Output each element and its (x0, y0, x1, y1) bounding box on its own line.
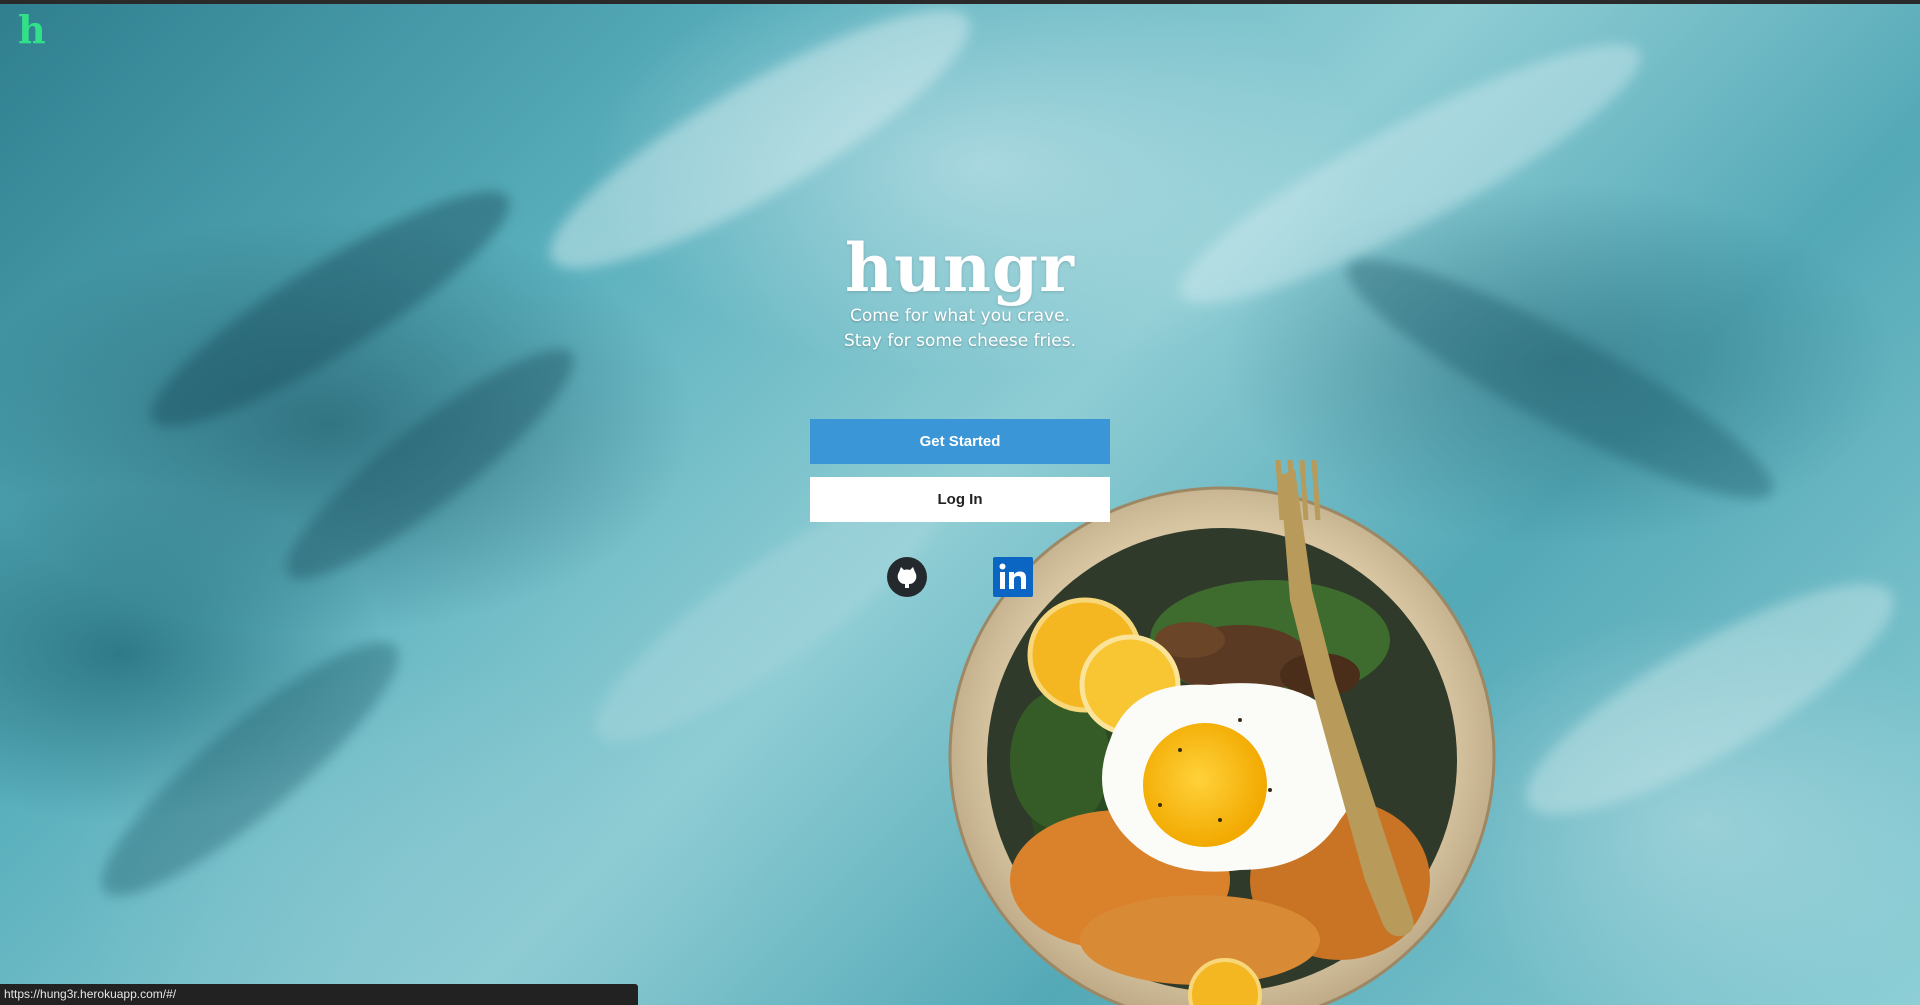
brand-title: hungr (845, 229, 1075, 307)
get-started-button[interactable]: Get Started (810, 419, 1110, 464)
linkedin-icon[interactable] (993, 557, 1033, 597)
hero: hungr Come for what you crave. Stay for … (760, 232, 1160, 354)
status-bar-url: https://hung3r.herokuapp.com/#/ (0, 984, 638, 1005)
window-top-edge (0, 0, 1920, 4)
tagline-line-1: Come for what you crave. (850, 306, 1070, 326)
brush-stroke (75, 612, 425, 926)
food-bowl-image (940, 459, 1500, 1005)
login-button[interactable]: Log In (810, 477, 1110, 522)
tagline-line-2: Stay for some cheese fries. (844, 331, 1076, 351)
brush-stroke (1500, 546, 1920, 852)
github-icon[interactable] (887, 557, 927, 597)
logo-icon[interactable]: h (18, 10, 46, 50)
